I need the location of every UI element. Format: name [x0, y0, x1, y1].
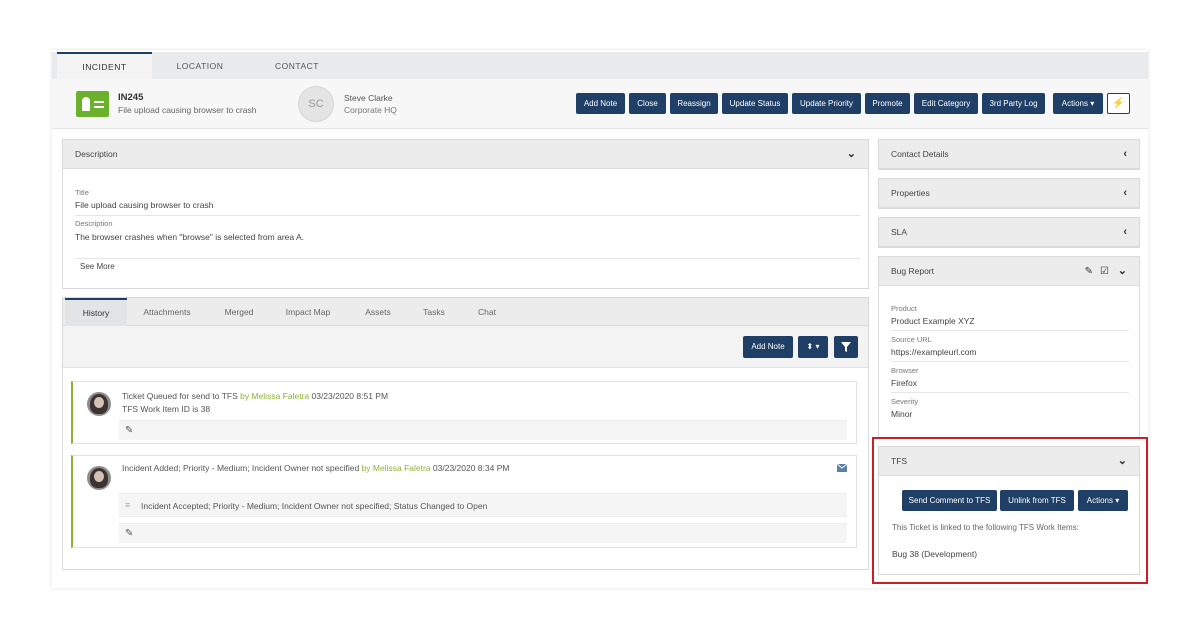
browser-value: Firefox	[891, 378, 917, 388]
severity-value: Minor	[891, 409, 913, 419]
third-party-log-button[interactable]: 3rd Party Log	[982, 93, 1045, 114]
chevron-left-icon[interactable]: ‹	[1123, 140, 1127, 169]
incident-id: IN245	[118, 92, 144, 103]
filter-icon	[841, 342, 851, 352]
entry-action-bar: ✎	[119, 523, 847, 543]
reassign-button[interactable]: Reassign	[670, 93, 718, 114]
divider	[891, 392, 1129, 393]
edit-icon[interactable]: ✎	[125, 425, 133, 436]
sla-header[interactable]: SLA ‹	[879, 218, 1139, 247]
history-panel: History Attachments Merged Impact Map As…	[62, 297, 869, 570]
sort-dropdown-button[interactable]: ⬍ ▾	[798, 336, 828, 358]
tab-history[interactable]: History	[65, 298, 127, 326]
chevron-down-icon[interactable]: ⌄	[847, 140, 856, 169]
description-panel: Description ⌄ Title File upload causing …	[62, 139, 869, 289]
promote-button[interactable]: Promote	[865, 93, 910, 114]
severity-label: Severity	[891, 397, 919, 406]
email-icon[interactable]	[837, 464, 847, 472]
properties-panel[interactable]: Properties ‹	[878, 178, 1140, 209]
incident-header: IN245 File upload causing browser to cra…	[52, 79, 1148, 129]
top-tab-bar: INCIDENT LOCATION CONTACT	[52, 52, 1148, 79]
list-icon: ≡	[125, 500, 131, 510]
tab-merged[interactable]: Merged	[213, 298, 265, 326]
tab-tasks[interactable]: Tasks	[413, 298, 455, 326]
edit-icon[interactable]: ✎	[125, 528, 133, 539]
tab-assets[interactable]: Assets	[353, 298, 403, 326]
contact-details-heading: Contact Details	[891, 149, 949, 159]
entry-sub-detail: ≡ Incident Accepted; Priority - Medium; …	[119, 493, 847, 517]
bug-report-heading: Bug Report	[891, 266, 934, 276]
contact-details-header[interactable]: Contact Details ‹	[879, 140, 1139, 169]
add-note-button[interactable]: Add Note	[576, 93, 625, 114]
contact-details-panel[interactable]: Contact Details ‹	[878, 139, 1140, 170]
history-entry: Ticket Queued for send to TFS by Melissa…	[71, 381, 857, 444]
entry-action-bar: ✎	[119, 420, 847, 440]
chevron-left-icon[interactable]: ‹	[1123, 218, 1127, 247]
bolt-icon: ⚡	[1112, 98, 1125, 109]
entry-text: Ticket Queued for send to TFS by Melissa…	[122, 391, 389, 401]
sla-heading: SLA	[891, 227, 908, 237]
tab-attachments[interactable]: Attachments	[135, 298, 199, 326]
description-label: Description	[75, 219, 113, 228]
update-priority-button[interactable]: Update Priority	[792, 93, 861, 114]
incident-subtitle: File upload causing browser to crash	[118, 105, 257, 115]
entry-author[interactable]: by Melissa Faletra	[240, 391, 309, 401]
entry-author[interactable]: by Melissa Faletra	[362, 463, 431, 473]
update-status-button[interactable]: Update Status	[722, 93, 788, 114]
contact-org: Corporate HQ	[344, 105, 397, 115]
product-value: Product Example XYZ	[891, 316, 975, 326]
bug-report-header: Bug Report ✎ ☑ ⌄	[879, 257, 1139, 286]
close-button[interactable]: Close	[629, 93, 666, 114]
incident-card-icon	[76, 91, 109, 117]
chevron-left-icon[interactable]: ‹	[1123, 179, 1127, 208]
history-tab-bar: History Attachments Merged Impact Map As…	[63, 298, 868, 326]
history-entry: Incident Added; Priority - Medium; Incid…	[71, 455, 857, 548]
tab-impact-map[interactable]: Impact Map	[277, 298, 339, 326]
divider	[891, 361, 1129, 362]
history-add-note-button[interactable]: Add Note	[743, 336, 793, 358]
user-avatar	[87, 392, 111, 416]
sub-detail-text: Incident Accepted; Priority - Medium; In…	[141, 501, 488, 511]
source-url-label: Source URL	[891, 335, 932, 344]
product-label: Product	[891, 304, 917, 313]
description-heading: Description	[75, 149, 118, 159]
tab-contact[interactable]: CONTACT	[257, 52, 337, 79]
description-panel-header[interactable]: Description ⌄	[63, 140, 868, 169]
pencil-icon[interactable]: ✎	[1085, 257, 1093, 286]
actions-dropdown-button[interactable]: Actions ▾	[1053, 93, 1103, 114]
entry-text: Incident Added; Priority - Medium; Incid…	[122, 463, 510, 473]
title-label: Title	[75, 188, 89, 197]
filter-button[interactable]	[834, 336, 858, 358]
properties-heading: Properties	[891, 188, 930, 198]
title-value: File upload causing browser to crash	[75, 200, 214, 210]
sla-panel[interactable]: SLA ‹	[878, 217, 1140, 248]
browser-label: Browser	[891, 366, 919, 375]
contact-avatar[interactable]: SC	[298, 86, 334, 122]
bolt-button[interactable]: ⚡	[1107, 93, 1130, 114]
edit-category-button[interactable]: Edit Category	[914, 93, 978, 114]
entry-detail: TFS Work Item ID is 38	[122, 404, 211, 414]
properties-header[interactable]: Properties ‹	[879, 179, 1139, 208]
bug-report-panel: Bug Report ✎ ☑ ⌄ Product Product Example…	[878, 256, 1140, 438]
description-value: The browser crashes when "browse" is sel…	[75, 232, 305, 242]
history-toolbar: Add Note ⬍ ▾	[63, 326, 868, 368]
edit-box-icon[interactable]: ☑	[1100, 257, 1109, 286]
user-avatar	[87, 466, 111, 490]
tfs-highlight-box	[872, 437, 1148, 584]
chevron-down-icon[interactable]: ⌄	[1118, 257, 1127, 286]
tab-incident[interactable]: INCIDENT	[57, 52, 152, 79]
divider	[891, 330, 1129, 331]
divider	[75, 215, 860, 216]
source-url-value[interactable]: https://exampleurl.com	[891, 347, 977, 357]
tab-location[interactable]: LOCATION	[160, 52, 240, 79]
divider	[75, 258, 860, 259]
see-more-link[interactable]: See More	[80, 262, 115, 271]
tab-chat[interactable]: Chat	[467, 298, 507, 326]
contact-name[interactable]: Steve Clarke	[344, 93, 393, 103]
